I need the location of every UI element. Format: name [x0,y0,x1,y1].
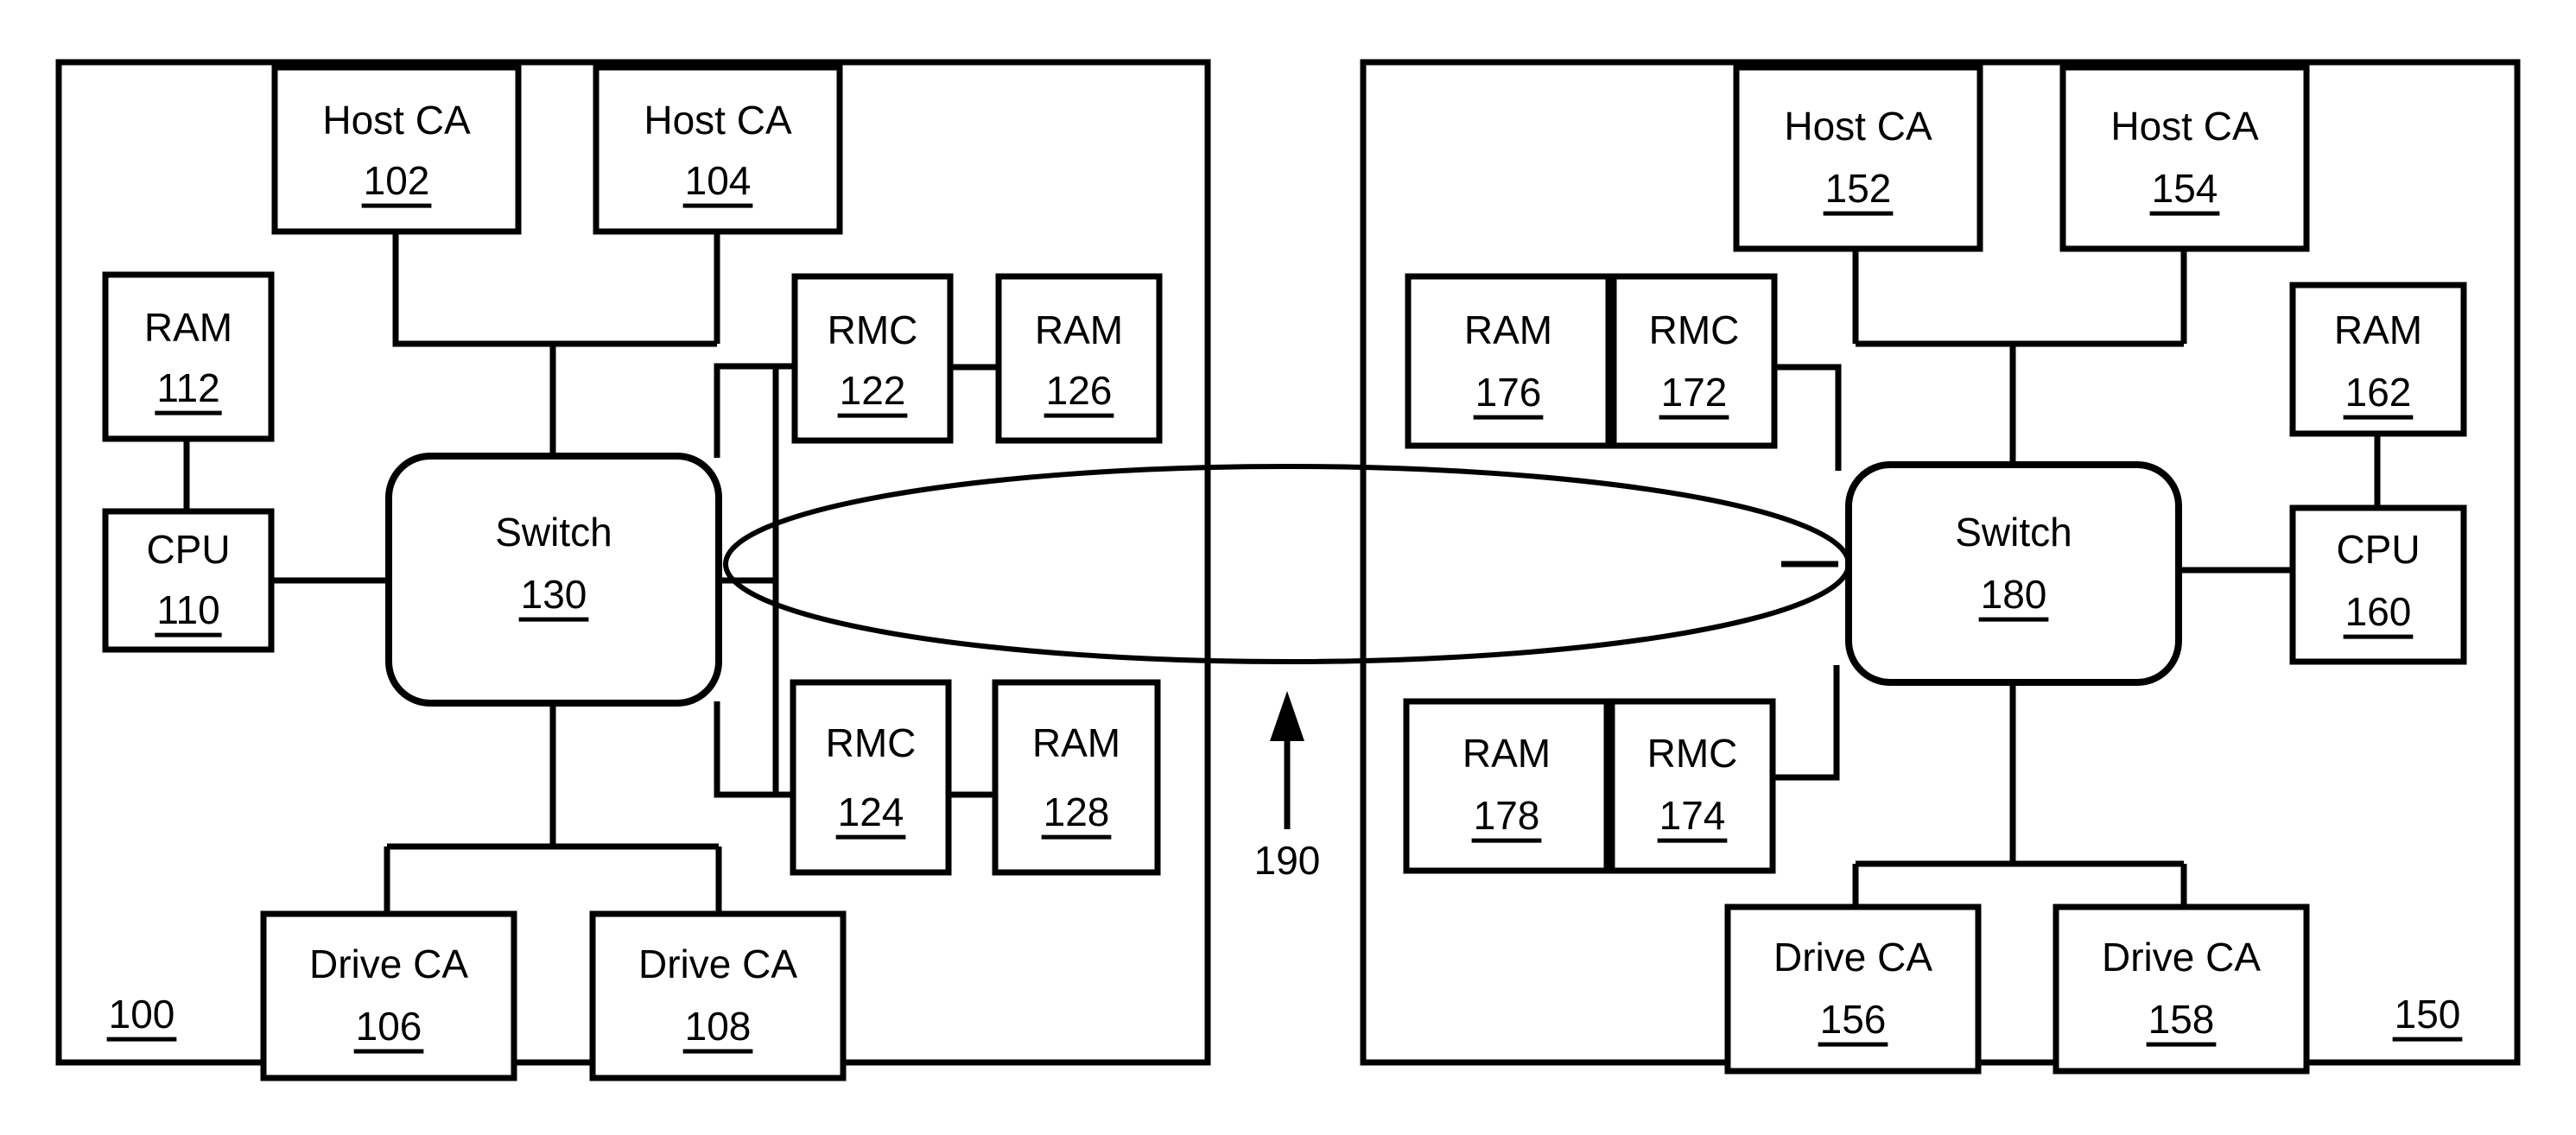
block-rmc-124[interactable]: RMC 124 [790,679,952,876]
link-switch130-rmc122 [714,363,795,458]
block-drive-ca-106[interactable]: Drive CA 106 [260,910,517,1081]
block-ram-178[interactable]: RAM 178 [1403,698,1610,874]
block-switch-180[interactable]: Switch 180 [1845,461,2182,686]
ram-126-label: RAM [1035,308,1123,352]
drive-ca-108-ref: 108 [685,1004,752,1049]
host-ca-152-label: Host CA [1784,104,1932,149]
link-rmc174-switch180 [1769,665,1840,781]
figure-root: Host CA 102 Host CA 104 RAM 112 CPU 110 … [0,0,2576,1135]
ram-178-label: RAM [1462,731,1551,776]
block-rmc-172[interactable]: RMC 172 [1610,273,1778,449]
block-host-ca-104[interactable]: Host CA 104 [593,64,843,235]
ram-178-ref: 178 [1474,793,1540,838]
block-ram-162[interactable]: RAM 162 [2289,282,2467,437]
block-host-ca-102[interactable]: Host CA 102 [271,64,522,235]
block-switch-130[interactable]: Switch 130 [385,453,722,707]
host-ca-104-ref: 104 [685,158,752,203]
block-ram-126[interactable]: RAM 126 [995,273,1163,444]
ram-162-ref: 162 [2345,370,2412,415]
rmc-172-label: RMC [1649,308,1740,352]
cpu-160-ref: 160 [2345,589,2412,634]
cpu-160-label: CPU [2336,527,2420,572]
block-cpu-160[interactable]: CPU 160 [2289,504,2467,665]
rmc-122-label: RMC [828,308,918,352]
link-rmc172-switch180 [1771,364,1842,471]
host-ca-104-label: Host CA [644,98,792,143]
rmc-172-ref: 172 [1661,370,1728,415]
rmc-124-label: RMC [826,720,917,765]
host-ca-154-ref: 154 [2152,166,2218,211]
fabric-ellipse [723,464,1851,664]
rmc-124-ref: 124 [838,789,904,834]
ram-112-ref: 112 [156,365,219,410]
ram-126-ref: 126 [1046,368,1113,413]
ram-176-ref: 176 [1475,370,1542,415]
drive-ca-158-ref: 158 [2148,997,2215,1042]
rmc-122-ref: 122 [840,368,906,413]
cpu-110-label: CPU [146,527,230,572]
block-ram-176[interactable]: RAM 176 [1405,273,1612,449]
host-ca-102-ref: 102 [364,158,430,203]
ram-176-label: RAM [1464,308,1552,352]
block-drive-ca-158[interactable]: Drive CA 158 [2053,904,2310,1075]
ref-190-arrow-head [1270,691,1304,741]
ram-128-ref: 128 [1044,789,1110,834]
rmc-174-ref: 174 [1659,793,1726,838]
switch-180-ref: 180 [1981,572,2047,617]
block-drive-ca-156[interactable]: Drive CA 156 [1724,904,1982,1075]
block-rmc-122[interactable]: RMC 122 [791,273,954,444]
drive-ca-156-label: Drive CA [1773,935,1932,980]
switch-130-label: Switch [495,510,612,555]
switch-180-label: Switch [1955,510,2072,555]
ram-128-label: RAM [1032,720,1120,765]
block-ram-128[interactable]: RAM 128 [992,679,1161,876]
block-host-ca-152[interactable]: Host CA 152 [1733,64,1983,252]
block-host-ca-154[interactable]: Host CA 154 [2059,64,2310,252]
drive-ca-106-ref: 106 [356,1004,422,1049]
ram-162-label: RAM [2334,308,2422,352]
link-hostca102-switch [392,231,553,347]
block-cpu-110[interactable]: CPU 110 [102,508,275,653]
rmc-174-label: RMC [1647,731,1738,776]
ram-112-label: RAM [144,305,232,350]
right-node-ref-label: 150 [2395,992,2461,1037]
drive-ca-158-label: Drive CA [2102,935,2261,980]
drive-ca-106-label: Drive CA [309,942,468,986]
drive-ca-156-ref: 156 [1820,997,1887,1042]
link-switch130-rmc124 [714,701,795,798]
block-ram-112[interactable]: RAM 112 [102,271,275,442]
drive-ca-108-label: Drive CA [638,942,797,986]
switch-130-ref: 130 [521,572,587,617]
cpu-110-ref: 110 [156,587,219,632]
fabric-ref-label: 190 [1254,838,1321,883]
left-node-ref-label: 100 [109,992,175,1037]
host-ca-152-ref: 152 [1825,166,1892,211]
host-ca-102-label: Host CA [322,98,471,143]
patent-figure-diagram: Host CA 102 Host CA 104 RAM 112 CPU 110 … [55,59,2521,1081]
host-ca-154-label: Host CA [2110,104,2259,149]
block-drive-ca-108[interactable]: Drive CA 108 [589,910,847,1081]
block-rmc-174[interactable]: RMC 174 [1608,698,1776,874]
